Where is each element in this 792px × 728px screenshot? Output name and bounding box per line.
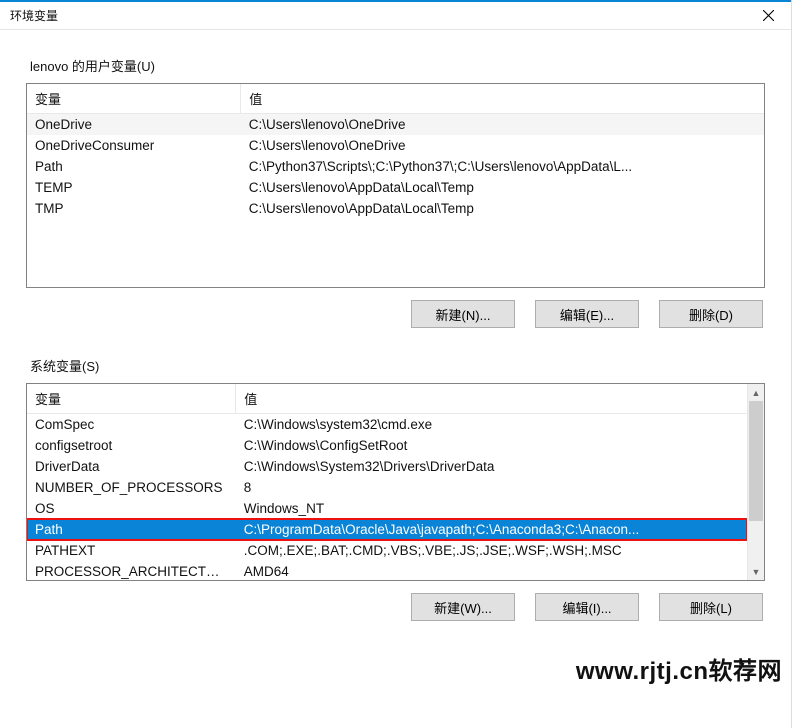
column-header-variable[interactable]: 变量	[27, 384, 236, 414]
cell-value: C:\Users\lenovo\AppData\Local\Temp	[241, 198, 764, 219]
table-row[interactable]: ComSpec C:\Windows\system32\cmd.exe	[27, 414, 747, 436]
cell-value: 8	[236, 477, 747, 498]
scroll-up-icon[interactable]: ▲	[748, 384, 764, 401]
cell-variable: TMP	[27, 198, 241, 219]
user-section-label: lenovo 的用户变量(U)	[26, 56, 765, 75]
cell-value: C:\Python37\Scripts\;C:\Python37\;C:\Use…	[241, 156, 764, 177]
system-variables-section: 系统变量(S) 变量 值 ComSpec C:\Windows\syst	[26, 356, 765, 621]
close-button[interactable]	[746, 2, 791, 30]
new-button[interactable]: 新建(N)...	[411, 300, 515, 328]
delete-button[interactable]: 删除(D)	[659, 300, 763, 328]
cell-variable: DriverData	[27, 456, 236, 477]
cell-variable: ComSpec	[27, 414, 236, 436]
system-variables-list[interactable]: 变量 值 ComSpec C:\Windows\system32\cmd.exe…	[26, 383, 765, 581]
table-row[interactable]: PATHEXT .COM;.EXE;.BAT;.CMD;.VBS;.VBE;.J…	[27, 540, 747, 561]
cell-variable: configsetroot	[27, 435, 236, 456]
cell-variable: Path	[27, 156, 241, 177]
edit-button[interactable]: 编辑(I)...	[535, 593, 639, 621]
column-header-variable[interactable]: 变量	[27, 84, 241, 114]
table-row[interactable]: configsetroot C:\Windows\ConfigSetRoot	[27, 435, 747, 456]
user-variables-section: lenovo 的用户变量(U) 变量 值 OneDrive C:\Users\l…	[26, 56, 765, 328]
cell-value: C:\Windows\System32\Drivers\DriverData	[236, 456, 747, 477]
cell-value: C:\Users\lenovo\OneDrive	[241, 114, 764, 136]
table-row[interactable]: TEMP C:\Users\lenovo\AppData\Local\Temp	[27, 177, 764, 198]
user-variables-list[interactable]: 变量 值 OneDrive C:\Users\lenovo\OneDrive O…	[26, 83, 765, 288]
system-section-label: 系统变量(S)	[26, 356, 765, 375]
column-header-value[interactable]: 值	[236, 384, 747, 414]
table-row-selected[interactable]: Path C:\ProgramData\Oracle\Java\javapath…	[27, 519, 747, 540]
content-area: lenovo 的用户变量(U) 变量 值 OneDrive C:\Users\l…	[0, 30, 791, 728]
cell-variable: TEMP	[27, 177, 241, 198]
user-button-row: 新建(N)... 编辑(E)... 删除(D)	[26, 300, 765, 328]
cell-value: C:\Windows\ConfigSetRoot	[236, 435, 747, 456]
table-row[interactable]: NUMBER_OF_PROCESSORS 8	[27, 477, 747, 498]
env-variables-dialog: 环境变量 lenovo 的用户变量(U) 变量 值	[0, 0, 792, 728]
cell-value: Windows_NT	[236, 498, 747, 519]
table-row[interactable]: OneDriveConsumer C:\Users\lenovo\OneDriv…	[27, 135, 764, 156]
cell-value: .COM;.EXE;.BAT;.CMD;.VBS;.VBE;.JS;.JSE;.…	[236, 540, 747, 561]
cell-value: C:\ProgramData\Oracle\Java\javapath;C:\A…	[236, 519, 747, 540]
new-button[interactable]: 新建(W)...	[411, 593, 515, 621]
titlebar: 环境变量	[0, 0, 791, 30]
table-row[interactable]: PROCESSOR_ARCHITECTURE AMD64	[27, 561, 747, 580]
system-variables-table: 变量 值 ComSpec C:\Windows\system32\cmd.exe…	[27, 384, 747, 580]
user-variables-table: 变量 值 OneDrive C:\Users\lenovo\OneDrive O…	[27, 84, 764, 219]
scroll-down-icon[interactable]: ▼	[748, 563, 764, 580]
cell-value: C:\Users\lenovo\OneDrive	[241, 135, 764, 156]
table-row[interactable]: TMP C:\Users\lenovo\AppData\Local\Temp	[27, 198, 764, 219]
cell-variable: PATHEXT	[27, 540, 236, 561]
window-title: 环境变量	[10, 7, 58, 24]
scrollbar[interactable]: ▲ ▼	[747, 384, 764, 580]
table-row[interactable]: Path C:\Python37\Scripts\;C:\Python37\;C…	[27, 156, 764, 177]
cell-value: C:\Windows\system32\cmd.exe	[236, 414, 747, 436]
cell-variable: Path	[27, 519, 236, 540]
cell-variable: OneDriveConsumer	[27, 135, 241, 156]
delete-button[interactable]: 删除(L)	[659, 593, 763, 621]
cell-variable: NUMBER_OF_PROCESSORS	[27, 477, 236, 498]
cell-variable: OneDrive	[27, 114, 241, 136]
scroll-thumb[interactable]	[749, 401, 763, 521]
cell-value: AMD64	[236, 561, 747, 580]
cell-value: C:\Users\lenovo\AppData\Local\Temp	[241, 177, 764, 198]
table-row[interactable]: OS Windows_NT	[27, 498, 747, 519]
table-row[interactable]: DriverData C:\Windows\System32\Drivers\D…	[27, 456, 747, 477]
system-button-row: 新建(W)... 编辑(I)... 删除(L)	[26, 593, 765, 621]
edit-button[interactable]: 编辑(E)...	[535, 300, 639, 328]
cell-variable: OS	[27, 498, 236, 519]
column-header-value[interactable]: 值	[241, 84, 764, 114]
table-row[interactable]: OneDrive C:\Users\lenovo\OneDrive	[27, 114, 764, 136]
close-icon	[763, 10, 774, 21]
cell-variable: PROCESSOR_ARCHITECTURE	[27, 561, 236, 580]
